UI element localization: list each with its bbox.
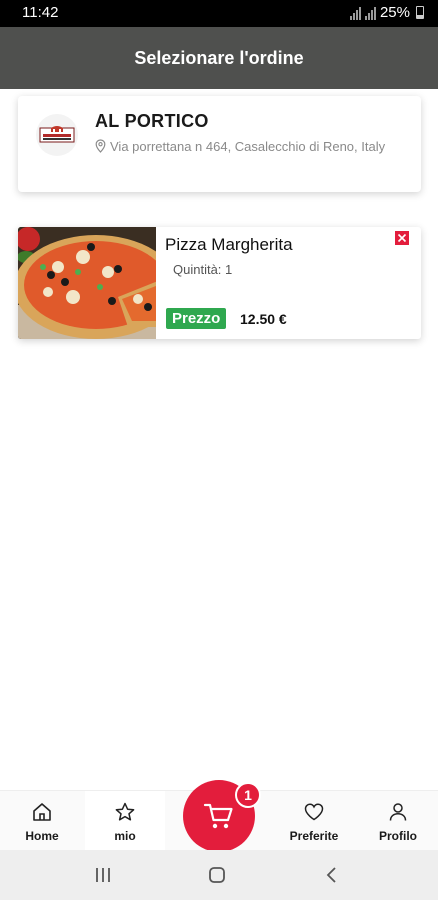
status-bar: 11:42 25% xyxy=(0,0,438,27)
home-icon xyxy=(33,803,51,821)
cart-count-badge: 1 xyxy=(235,782,261,808)
wifi-signal-icon xyxy=(349,6,361,20)
home-nav-icon[interactable] xyxy=(207,865,227,885)
nav-mio[interactable]: mio xyxy=(85,791,165,851)
item-name: Pizza Margherita xyxy=(165,235,293,254)
pin-icon xyxy=(95,139,106,153)
pizza-photo xyxy=(18,227,178,339)
restaurant-address: Via porrettana n 464, Casalecchio di Ren… xyxy=(95,137,410,156)
nav-preferite-label: Preferite xyxy=(289,829,339,843)
person-icon xyxy=(389,803,407,821)
nav-preferite[interactable]: Preferite xyxy=(274,791,354,851)
restaurant-address-text: Via porrettana n 464, Casalecchio di Ren… xyxy=(110,139,386,154)
battery-percent: 25% xyxy=(379,4,410,21)
restaurant-logo xyxy=(36,114,78,156)
page-title: Selezionare l'ordine xyxy=(134,47,304,68)
price-label-badge: Prezzo xyxy=(166,308,227,329)
nav-profilo-label: Profilo xyxy=(379,829,417,843)
system-nav-bar xyxy=(0,850,438,900)
app-header: Selezionare l'ordine xyxy=(0,27,438,89)
cell-signal-icon xyxy=(364,6,376,20)
close-icon xyxy=(397,233,407,243)
item-quantity: Quintità: 1 xyxy=(173,262,233,277)
restaurant-name: AL PORTICO xyxy=(95,111,209,131)
item-price: 12.50 € xyxy=(240,311,287,327)
nav-profilo[interactable]: Profilo xyxy=(358,791,438,851)
remove-item-button[interactable] xyxy=(395,231,409,245)
restaurant-logo-graphic xyxy=(39,126,75,143)
nav-home-label: Home xyxy=(25,829,59,843)
status-time: 11:42 xyxy=(22,4,59,21)
recent-apps-icon[interactable] xyxy=(93,865,113,885)
heart-icon xyxy=(304,803,324,821)
restaurant-card: AL PORTICO Via porrettana n 464, Casalec… xyxy=(18,96,421,192)
pizza-image xyxy=(18,227,178,339)
nav-mio-label: mio xyxy=(114,829,136,843)
status-indicators: 25% xyxy=(349,4,424,21)
cart-icon xyxy=(203,803,233,829)
star-icon xyxy=(115,802,135,821)
back-icon[interactable] xyxy=(322,865,342,885)
nav-home[interactable]: Home xyxy=(2,791,82,851)
order-item-card[interactable]: Pizza Margherita Quintità: 1 Prezzo 12.5… xyxy=(18,227,421,339)
battery-icon xyxy=(416,6,424,19)
